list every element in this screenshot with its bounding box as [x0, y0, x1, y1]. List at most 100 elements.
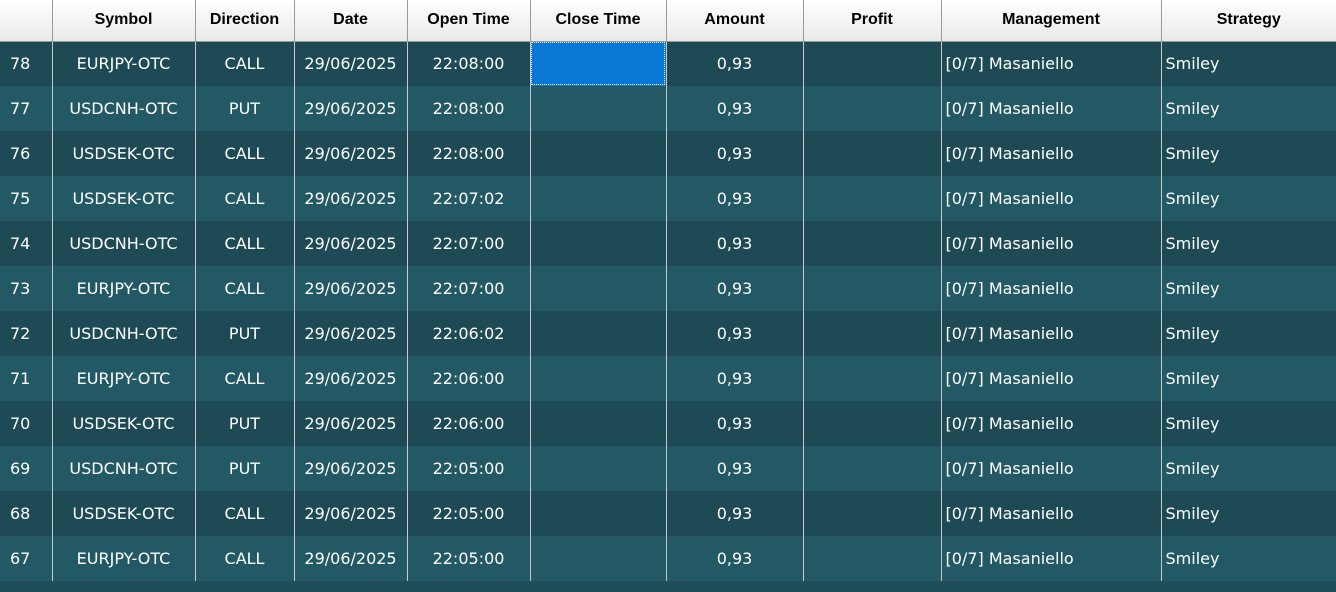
cell-strategy[interactable]: Smiley: [1161, 536, 1336, 581]
cell-profit[interactable]: [803, 86, 942, 131]
cell-direction[interactable]: CALL: [195, 131, 295, 176]
cell-direction[interactable]: CALL: [195, 266, 295, 311]
cell-profit[interactable]: [803, 41, 942, 86]
cell-id[interactable]: 67: [0, 536, 53, 581]
cell-symbol[interactable]: USDSEK-OTC: [52, 176, 196, 221]
cell-close-time[interactable]: [530, 176, 667, 221]
cell-management[interactable]: [0/7] Masaniello: [941, 221, 1162, 266]
cell-symbol[interactable]: USDSEK-OTC: [52, 491, 196, 536]
cell-direction[interactable]: PUT: [195, 86, 295, 131]
cell-management[interactable]: [0/7] Masaniello: [941, 311, 1162, 356]
cell-strategy[interactable]: Smiley: [1161, 176, 1336, 221]
cell-profit[interactable]: [803, 356, 942, 401]
cell-strategy[interactable]: Smiley: [1161, 401, 1336, 446]
cell-symbol[interactable]: USDSEK-OTC: [52, 131, 196, 176]
cell-profit[interactable]: [803, 176, 942, 221]
cell-direction[interactable]: CALL: [195, 41, 295, 86]
cell-direction[interactable]: PUT: [195, 446, 295, 491]
cell-close-time[interactable]: [530, 446, 667, 491]
table-row[interactable]: 73 EURJPY-OTC CALL 29/06/2025 22:07:00 0,93 [0…: [0, 266, 1336, 311]
cell-direction[interactable]: PUT: [195, 311, 295, 356]
cell-open-time[interactable]: 22:07:02: [407, 176, 531, 221]
cell-amount[interactable]: 0,93: [666, 41, 804, 86]
column-header-direction[interactable]: Direction: [195, 0, 295, 42]
column-header-profit[interactable]: Profit: [803, 0, 942, 42]
cell-direction[interactable]: CALL: [195, 221, 295, 266]
cell-profit[interactable]: [803, 221, 942, 266]
cell-management[interactable]: [0/7] Masaniello: [941, 536, 1162, 581]
cell-id[interactable]: 71: [0, 356, 53, 401]
table-row[interactable]: 67 EURJPY-OTC CALL 29/06/2025 22:05:00 0,93 [0…: [0, 536, 1336, 581]
cell-direction[interactable]: CALL: [195, 491, 295, 536]
cell-date[interactable]: 29/06/2025: [294, 356, 408, 401]
cell-open-time[interactable]: 22:08:00: [407, 131, 531, 176]
cell-profit[interactable]: [803, 401, 942, 446]
cell-amount[interactable]: 0,93: [666, 266, 804, 311]
table-row[interactable]: 78 EURJPY-OTC CALL 29/06/2025 22:08:00 0,93 [0…: [0, 41, 1336, 86]
cell-profit[interactable]: [803, 311, 942, 356]
cell-open-time[interactable]: 22:06:02: [407, 311, 531, 356]
cell-open-time[interactable]: 22:08:00: [407, 86, 531, 131]
cell-date[interactable]: 29/06/2025: [294, 41, 408, 86]
cell-management[interactable]: [0/7] Masaniello: [941, 446, 1162, 491]
cell-open-time[interactable]: 22:07:00: [407, 221, 531, 266]
table-row[interactable]: 71 EURJPY-OTC CALL 29/06/2025 22:06:00 0,93 [0…: [0, 356, 1336, 401]
column-header-amount[interactable]: Amount: [666, 0, 804, 42]
cell-management[interactable]: [0/7] Masaniello: [941, 41, 1162, 86]
cell-id[interactable]: 76: [0, 131, 53, 176]
column-header-date[interactable]: Date: [294, 0, 408, 42]
cell-date[interactable]: 29/06/2025: [294, 266, 408, 311]
cell-open-time[interactable]: 22:05:00: [407, 446, 531, 491]
cell-strategy[interactable]: Smiley: [1161, 131, 1336, 176]
cell-strategy[interactable]: Smiley: [1161, 86, 1336, 131]
cell-symbol[interactable]: EURJPY-OTC: [52, 266, 196, 311]
cell-date[interactable]: 29/06/2025: [294, 401, 408, 446]
column-header-management[interactable]: Management: [941, 0, 1162, 42]
cell-open-time[interactable]: 22:06:00: [407, 356, 531, 401]
cell-management[interactable]: [0/7] Masaniello: [941, 266, 1162, 311]
cell-management[interactable]: [0/7] Masaniello: [941, 86, 1162, 131]
cell-profit[interactable]: [803, 491, 942, 536]
cell-strategy[interactable]: Smiley: [1161, 266, 1336, 311]
cell-id[interactable]: 69: [0, 446, 53, 491]
cell-close-time[interactable]: [530, 356, 667, 401]
cell-management[interactable]: [0/7] Masaniello: [941, 356, 1162, 401]
cell-id[interactable]: 74: [0, 221, 53, 266]
cell-strategy[interactable]: Smiley: [1161, 491, 1336, 536]
cell-profit[interactable]: [803, 536, 942, 581]
cell-strategy[interactable]: Smiley: [1161, 356, 1336, 401]
column-header-close-time[interactable]: Close Time: [530, 0, 667, 42]
cell-id[interactable]: 73: [0, 266, 53, 311]
table-row[interactable]: 68 USDSEK-OTC CALL 29/06/2025 22:05:00 0,93 [0…: [0, 491, 1336, 536]
cell-close-time-selected[interactable]: [530, 41, 667, 86]
cell-close-time[interactable]: [530, 491, 667, 536]
cell-date[interactable]: 29/06/2025: [294, 131, 408, 176]
cell-management[interactable]: [0/7] Masaniello: [941, 131, 1162, 176]
cell-id[interactable]: 72: [0, 311, 53, 356]
table-row[interactable]: 74 USDCNH-OTC CALL 29/06/2025 22:07:00 0,93 [0…: [0, 221, 1336, 266]
cell-open-time[interactable]: 22:06:00: [407, 401, 531, 446]
cell-amount[interactable]: 0,93: [666, 491, 804, 536]
table-row[interactable]: 77 USDCNH-OTC PUT 29/06/2025 22:08:00 0,93 [0/…: [0, 86, 1336, 131]
cell-close-time[interactable]: [530, 131, 667, 176]
cell-date[interactable]: 29/06/2025: [294, 536, 408, 581]
cell-id[interactable]: 70: [0, 401, 53, 446]
cell-symbol[interactable]: USDCNH-OTC: [52, 446, 196, 491]
cell-date[interactable]: 29/06/2025: [294, 176, 408, 221]
cell-amount[interactable]: 0,93: [666, 446, 804, 491]
table-row[interactable]: 69 USDCNH-OTC PUT 29/06/2025 22:05:00 0,93 [0/…: [0, 446, 1336, 491]
cell-symbol[interactable]: USDCNH-OTC: [52, 311, 196, 356]
cell-amount[interactable]: 0,93: [666, 131, 804, 176]
table-row[interactable]: 72 USDCNH-OTC PUT 29/06/2025 22:06:02 0,93 [0/…: [0, 311, 1336, 356]
cell-close-time[interactable]: [530, 401, 667, 446]
cell-close-time[interactable]: [530, 311, 667, 356]
cell-amount[interactable]: 0,93: [666, 311, 804, 356]
cell-id[interactable]: 77: [0, 86, 53, 131]
cell-date[interactable]: 29/06/2025: [294, 86, 408, 131]
cell-symbol[interactable]: USDCNH-OTC: [52, 221, 196, 266]
cell-symbol[interactable]: EURJPY-OTC: [52, 41, 196, 86]
cell-profit[interactable]: [803, 266, 942, 311]
cell-close-time[interactable]: [530, 221, 667, 266]
cell-symbol[interactable]: USDSEK-OTC: [52, 401, 196, 446]
cell-id[interactable]: 68: [0, 491, 53, 536]
